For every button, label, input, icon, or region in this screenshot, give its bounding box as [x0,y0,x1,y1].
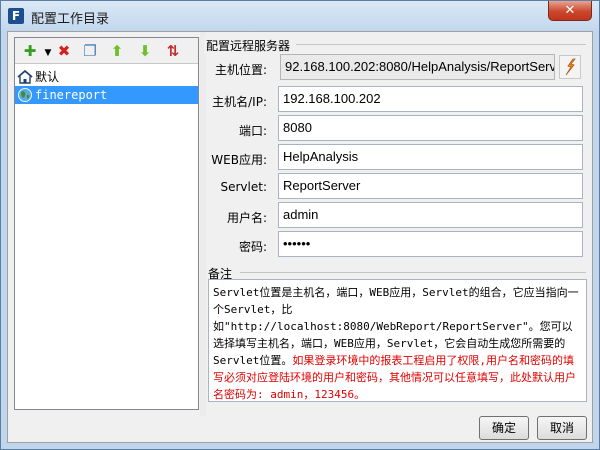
dialog-body: ✚ ▼ ✖ ❐ ⬆ ⬇ ⇅ 默认 finereport 配置远程服务器 主机位置… [7,31,593,443]
move-down-button[interactable]: ⬇ [136,42,154,60]
port-input[interactable]: 8080 [278,115,583,141]
servlet-label: Servlet: [220,180,268,194]
tree-item-label: 默认 [35,70,60,84]
notes-divider [240,272,586,273]
port-label: 端口: [238,124,267,138]
webapp-input[interactable]: HelpAnalysis [278,144,583,170]
home-icon [17,69,33,84]
title-bar[interactable]: F 配置工作目录 ✕ [1,1,599,31]
sort-button[interactable]: ⇅ [164,42,182,60]
url-label: 主机位置: [214,63,267,77]
tree-item-finereport[interactable]: finereport [15,86,198,104]
servlet-input[interactable]: ReportServer [278,173,583,199]
app-logo-icon: F [8,8,24,24]
url-field[interactable]: 92.168.100.202:8080/HelpAnalysis/ReportS… [280,54,555,80]
tree-item-label: finereport [35,88,108,102]
ok-button[interactable]: 确定 [479,416,529,440]
username-label: 用户名: [226,211,267,225]
notes-text: Servlet位置是主机名，端口，WEB应用，Servlet的组合，它应当指向一… [208,279,587,402]
username-input[interactable]: admin [278,202,583,228]
move-up-button[interactable]: ⬆ [108,42,126,60]
section-title: 配置远程服务器 [204,37,293,54]
webapp-label: WEB应用: [211,153,267,167]
config-workdir-dialog: F 配置工作目录 ✕ ✚ ▼ ✖ ❐ ⬆ ⬇ ⇅ 默认 finereport 配… [0,0,600,450]
host-input[interactable]: 192.168.100.202 [278,86,583,112]
password-label: 密码: [238,240,267,254]
plug-icon[interactable] [559,55,581,79]
cancel-button[interactable]: 取消 [537,416,587,440]
connect-icon [565,58,576,76]
add-button[interactable]: ✚ [21,42,39,60]
workspace-toolbar: ✚ ▼ ✖ ❐ ⬆ ⬇ ⇅ [15,38,198,64]
window-title: 配置工作目录 [31,12,110,27]
delete-button[interactable]: ✖ [55,42,73,60]
password-input[interactable]: •••••• [278,231,583,257]
close-button[interactable]: ✕ [548,1,592,21]
workspace-list-panel: ✚ ▼ ✖ ❐ ⬆ ⬇ ⇅ 默认 finereport [14,37,199,410]
copy-button[interactable]: ❐ [81,42,99,60]
globe-icon [18,88,32,102]
host-label: 主机名/IP: [212,95,267,109]
tree-item-default[interactable]: 默认 [15,68,198,86]
section-divider [296,44,586,45]
